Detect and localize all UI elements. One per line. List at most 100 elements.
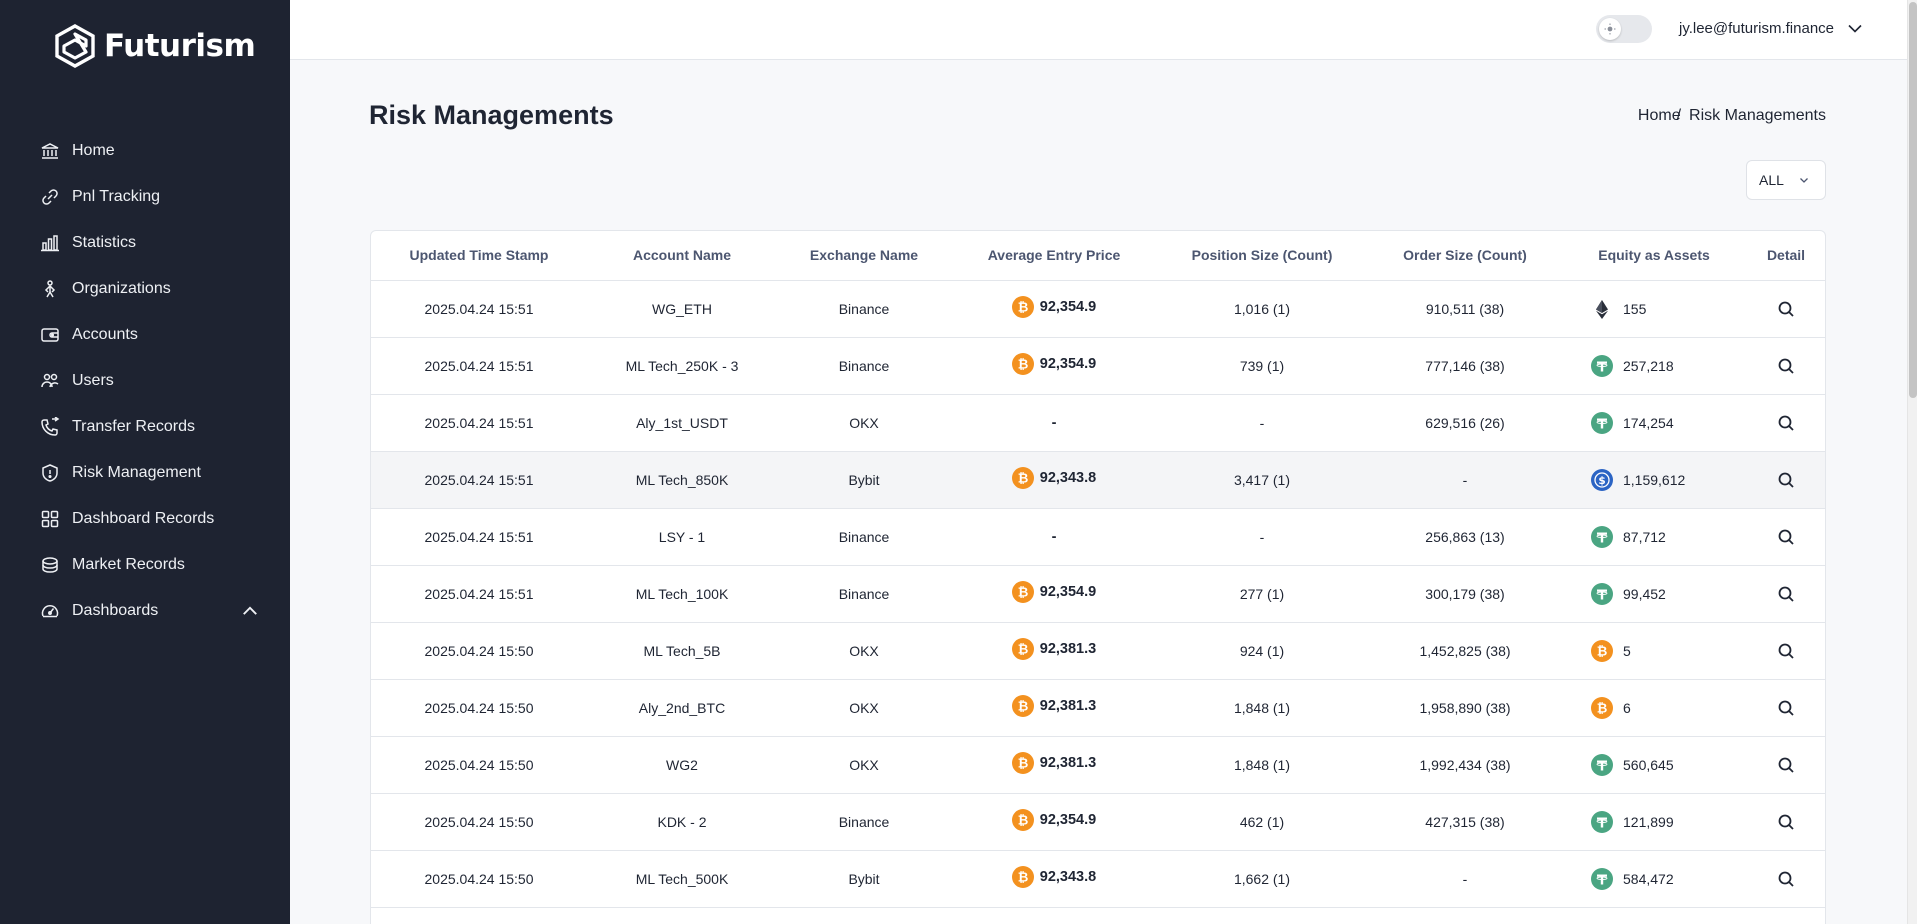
futurism-logo-icon (55, 24, 95, 68)
table-row[interactable]: 2025.04.24 15:50 ML Tech_500K Bybit ₿ 92,343… (371, 850, 1825, 908)
chevron-up-icon[interactable] (240, 601, 260, 621)
sidebar-item-statistics[interactable]: Statistics (40, 220, 260, 266)
cell-account-name: ML Tech_5B (587, 622, 777, 680)
app-name: Futurism (104, 28, 256, 64)
detail-button[interactable] (1774, 468, 1798, 492)
column-header[interactable]: Order Size (Count) (1367, 231, 1563, 281)
cell-exchange-name: Binance (777, 508, 951, 566)
user-menu[interactable]: jy.lee@futurism.finance (1679, 19, 1864, 37)
detail-button[interactable] (1774, 411, 1798, 435)
column-header[interactable]: Exchange Name (777, 231, 951, 281)
cell-equity: $1,159,612 (1563, 451, 1745, 509)
cell-order-size: 910,511 (38) (1367, 280, 1563, 338)
cell-account-name: KDK - 2 (587, 793, 777, 851)
cell-average-entry-price: ₿ 92,381.3 (951, 679, 1157, 737)
cell-equity: 87,712 (1563, 508, 1745, 566)
price-value: 92,343.8 (1039, 470, 1097, 486)
sidebar-item-label: Transfer Records (72, 418, 195, 435)
column-header[interactable]: Equity as Assets (1563, 231, 1745, 281)
cell-account-name (587, 907, 777, 924)
sidebar-item-organizations[interactable]: Organizations (40, 266, 260, 312)
svg-text:₿: ₿ (1017, 643, 1028, 658)
table-row[interactable]: 2025.04.24 15:50 KDK - 2 Binance ₿ 92,354.9 4… (371, 793, 1825, 851)
scrollbar-thumb[interactable] (1909, 2, 1917, 398)
table-row[interactable]: 2025.04.24 15:51 WG_ETH Binance ₿ 92,354.9 1,… (371, 280, 1825, 338)
price-value: - (1051, 415, 1057, 431)
sidebar-item-label: Organizations (72, 280, 171, 297)
svg-text:₿: ₿ (1017, 700, 1028, 715)
column-header[interactable]: Average Entry Price (951, 231, 1157, 281)
svg-text:₿: ₿ (1597, 701, 1608, 716)
detail-button[interactable] (1774, 297, 1798, 321)
price-value: 92,381.3 (1039, 755, 1097, 771)
equity-value: 6 (1623, 699, 1631, 716)
sidebar-item-dashboards[interactable]: Dashboards (40, 588, 260, 634)
cell-equity (1563, 907, 1745, 924)
cell-position-size: 277 (1) (1157, 565, 1367, 623)
table-row[interactable] (371, 907, 1825, 924)
sidebar-item-users[interactable]: Users (40, 358, 260, 404)
sidebar-item-label: Statistics (72, 234, 137, 251)
sidebar-item-transfer-records[interactable]: Transfer Records (40, 404, 260, 450)
detail-button[interactable] (1774, 582, 1798, 606)
breadcrumb-separator: / (1676, 107, 1682, 124)
organization-icon (44, 280, 56, 298)
table-row[interactable]: 2025.04.24 15:51 LSY - 1 Binance - -256,863 … (371, 508, 1825, 566)
filter-selected-value: ALL (1759, 172, 1784, 188)
app-logo[interactable]: Futurism (54, 24, 256, 68)
detail-button[interactable] (1774, 867, 1798, 891)
bank-icon (41, 143, 59, 159)
bitcoin-icon: ₿ (1011, 638, 1034, 660)
column-header[interactable]: Updated Time Stamp (371, 231, 587, 281)
top-bar: jy.lee@futurism.finance (290, 0, 1907, 60)
cell-average-entry-price: ₿ 92,354.9 (951, 280, 1157, 338)
chevron-down-icon (1799, 178, 1808, 183)
search-icon (1778, 358, 1794, 374)
search-icon (1778, 814, 1794, 830)
table-row[interactable]: 2025.04.24 15:51 ML Tech_100K Binance ₿ 92,3… (371, 565, 1825, 623)
usdc-icon: $ (1591, 468, 1613, 491)
sidebar-item-market-records[interactable]: Market Records (40, 542, 260, 588)
equity-value: 5 (1623, 642, 1631, 659)
detail-button[interactable] (1774, 525, 1798, 549)
table-row[interactable]: 2025.04.24 15:50 ML Tech_5B OKX ₿ 92,381.3 92… (371, 622, 1825, 680)
detail-button[interactable] (1774, 810, 1798, 834)
equity-value: 174,254 (1623, 414, 1674, 431)
svg-text:₿: ₿ (1597, 644, 1608, 659)
table-row[interactable]: 2025.04.24 15:50 Aly_2nd_BTC OKX ₿ 92,381.3 1… (371, 679, 1825, 737)
sidebar-item-pnl-tracking[interactable]: Pnl Tracking (40, 174, 260, 220)
page-scrollbar[interactable] (1907, 0, 1917, 924)
column-header[interactable]: Position Size (Count) (1157, 231, 1367, 281)
cell-position-size: - (1157, 394, 1367, 452)
table-row[interactable]: 2025.04.24 15:51 ML Tech_250K - 3 Binance ₿… (371, 337, 1825, 395)
cell-exchange-name: Bybit (777, 850, 951, 908)
sidebar-item-home[interactable]: Home (40, 128, 260, 174)
table-row[interactable]: 2025.04.24 15:51 ML Tech_850K Bybit ₿ 92,343… (371, 451, 1825, 509)
cell-detail (1745, 736, 1825, 794)
table-row[interactable]: 2025.04.24 15:50 WG2 OKX ₿ 92,381.3 1,848 (1)… (371, 736, 1825, 794)
table-row[interactable]: 2025.04.24 15:51 Aly_1st_USDT OKX - -629,516… (371, 394, 1825, 452)
sidebar-item-accounts[interactable]: Accounts (40, 312, 260, 358)
column-header[interactable]: Account Name (587, 231, 777, 281)
cell-detail (1745, 280, 1825, 338)
equity-value: 155 (1623, 300, 1647, 317)
tether-icon (1591, 582, 1613, 605)
sidebar-item-risk-management[interactable]: Risk Management (40, 450, 260, 496)
cell-exchange-name: Binance (777, 337, 951, 395)
theme-toggle[interactable] (1596, 15, 1652, 43)
sidebar-item-label: Dashboard Records (72, 510, 215, 527)
cell-account-name: ML Tech_250K - 3 (587, 337, 777, 395)
sidebar-item-label: Pnl Tracking (72, 188, 161, 205)
cell-account-name: ML Tech_850K (587, 451, 777, 509)
breadcrumb-home[interactable]: Home/ (1638, 107, 1681, 125)
cell-order-size: 629,516 (26) (1367, 394, 1563, 452)
detail-button[interactable] (1774, 753, 1798, 777)
sidebar-item-dashboard-records[interactable]: Dashboard Records (40, 496, 260, 542)
cell-order-size (1367, 907, 1563, 924)
detail-button[interactable] (1774, 639, 1798, 663)
cell-average-entry-price: ₿ 92,354.9 (951, 565, 1157, 623)
exchange-filter-select[interactable]: ALL (1746, 160, 1826, 200)
cell-account-name: LSY - 1 (587, 508, 777, 566)
detail-button[interactable] (1774, 696, 1798, 720)
detail-button[interactable] (1774, 354, 1798, 378)
